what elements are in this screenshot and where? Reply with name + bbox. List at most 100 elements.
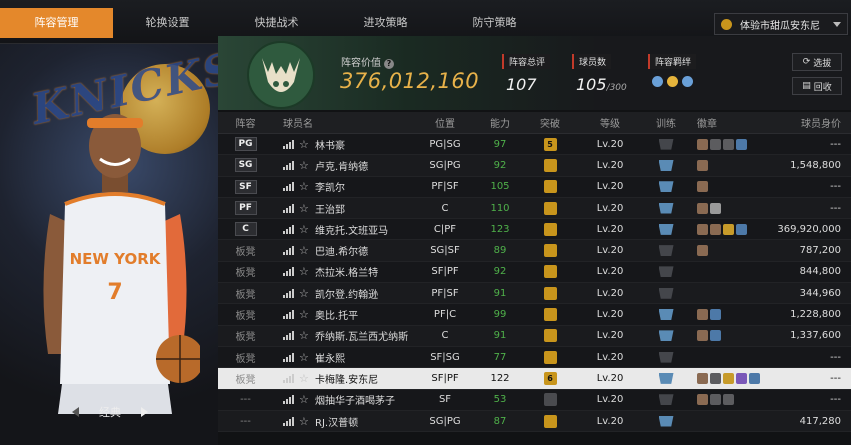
- table-row[interactable]: 板凳 ☆ 巴迪.希尔德 SG|SF 89 Lv.20 787,200: [218, 240, 851, 262]
- training-icon[interactable]: [658, 138, 674, 150]
- lineup-rating: 阵容总评 107: [502, 54, 551, 94]
- training-icon[interactable]: [658, 351, 674, 363]
- table-row[interactable]: SF ☆ 李凯尔 PF|SF 105 Lv.20 ---: [218, 176, 851, 198]
- select-button[interactable]: ⟳ 选拔: [792, 53, 842, 71]
- header-ability[interactable]: 能力: [475, 115, 525, 130]
- table-row[interactable]: PF ☆ 王治郅 C 110 Lv.20 ---: [218, 197, 851, 220]
- star-icon[interactable]: ☆: [299, 416, 310, 427]
- chemistry-icons[interactable]: [652, 76, 696, 87]
- table-row[interactable]: --- ☆ 烟抽华子酒喝茅子 SF 53 Lv.20 ---: [218, 389, 851, 411]
- badge-icon[interactable]: [710, 138, 721, 150]
- badges-cell: [687, 159, 767, 171]
- badge-icon[interactable]: [723, 394, 734, 406]
- star-icon[interactable]: ☆: [299, 139, 310, 150]
- training-icon[interactable]: [658, 394, 674, 406]
- badge-icon[interactable]: [736, 223, 747, 235]
- header-breakthrough[interactable]: 突破: [525, 115, 575, 130]
- chemistry-group-icon: [682, 76, 693, 87]
- badge-icon[interactable]: [710, 202, 721, 214]
- badge-icon[interactable]: [723, 372, 734, 384]
- next-arrow-icon[interactable]: [141, 407, 148, 417]
- badge-icon[interactable]: [710, 372, 721, 384]
- badge-icon[interactable]: [697, 394, 708, 406]
- star-icon[interactable]: ☆: [299, 224, 310, 235]
- star-icon[interactable]: ☆: [299, 330, 310, 341]
- header-price[interactable]: 球员身价: [767, 115, 851, 130]
- badge-icon[interactable]: [697, 138, 708, 150]
- badge-icon[interactable]: [710, 394, 721, 406]
- tab-offense-strategy[interactable]: 进攻策略: [331, 8, 440, 38]
- badge-icon[interactable]: [697, 245, 708, 257]
- header-level[interactable]: 等级: [575, 115, 645, 130]
- badge-icon[interactable]: [697, 372, 708, 384]
- badge-icon[interactable]: [710, 309, 721, 321]
- table-row[interactable]: 板凳 ☆ 卡梅隆.安东尼 SF|PF 122 6 Lv.20 ---: [218, 368, 851, 390]
- table-row[interactable]: 板凳 ☆ 奥比.托平 PF|C 99 Lv.20 1,228,800: [218, 304, 851, 326]
- slot-cell: 板凳: [218, 286, 273, 301]
- star-icon[interactable]: ☆: [299, 266, 310, 277]
- tab-rotation-settings[interactable]: 轮换设置: [113, 8, 222, 38]
- star-icon[interactable]: ☆: [299, 203, 310, 214]
- table-row[interactable]: PG ☆ 林书豪 PG|SG 97 5 Lv.20 ---: [218, 134, 851, 156]
- table-row[interactable]: C ☆ 维克托.文班亚马 C|PF 123 Lv.20 369,920,000: [218, 219, 851, 241]
- signal-icon: [283, 203, 294, 213]
- tab-defense-strategy[interactable]: 防守策略: [440, 8, 549, 38]
- training-icon[interactable]: [658, 309, 674, 321]
- training-icon[interactable]: [658, 287, 674, 299]
- help-icon[interactable]: ?: [384, 59, 394, 69]
- training-icon[interactable]: [658, 181, 674, 193]
- badge-icon[interactable]: [736, 138, 747, 150]
- recycle-button[interactable]: ▤ 回收: [792, 77, 842, 95]
- training-icon[interactable]: [658, 159, 674, 171]
- team-dropdown[interactable]: 体验市甜瓜安东尼: [714, 13, 848, 35]
- tab-lineup-management[interactable]: 阵容管理: [0, 8, 113, 38]
- table-row[interactable]: SG ☆ 卢克.肯纳德 SG|PG 92 Lv.20 1,548,800: [218, 155, 851, 177]
- player-name: 巴迪.希尔德: [315, 247, 369, 259]
- badge-icon[interactable]: [697, 330, 708, 342]
- training-icon[interactable]: [658, 415, 674, 427]
- badge-icon[interactable]: [736, 372, 747, 384]
- breakthrough-cell: [525, 329, 575, 343]
- training-icon[interactable]: [658, 202, 674, 214]
- header-training[interactable]: 训练: [645, 115, 687, 130]
- header-badges[interactable]: 徽章: [687, 115, 767, 130]
- previous-arrow-icon[interactable]: [72, 407, 79, 417]
- breakthrough-cell: [525, 158, 575, 172]
- badge-icon[interactable]: [697, 159, 708, 171]
- badge-icon[interactable]: [710, 223, 721, 235]
- badge-icon[interactable]: [697, 309, 708, 321]
- badge-icon[interactable]: [697, 202, 708, 214]
- position-cell: PF|C: [433, 309, 457, 321]
- star-icon[interactable]: ☆: [299, 309, 310, 320]
- table-row[interactable]: 板凳 ☆ 崔永熙 SF|SG 77 Lv.20 ---: [218, 346, 851, 369]
- training-icon[interactable]: [658, 266, 674, 278]
- badge-icon[interactable]: [723, 138, 734, 150]
- badge-icon[interactable]: [749, 372, 760, 384]
- table-row[interactable]: 板凳 ☆ 杰拉米.格兰特 SF|PF 92 Lv.20 844,800: [218, 261, 851, 284]
- table-row[interactable]: --- ☆ RJ.汉普顿 SG|PG 87 Lv.20 417,280: [218, 410, 851, 433]
- star-icon[interactable]: ☆: [299, 288, 310, 299]
- training-icon[interactable]: [658, 223, 674, 235]
- header-slot[interactable]: 阵容: [218, 115, 273, 130]
- price-cell: ---: [830, 394, 841, 406]
- star-icon[interactable]: ☆: [299, 245, 310, 256]
- player-name: 崔永熙: [315, 353, 345, 365]
- training-icon[interactable]: [658, 245, 674, 257]
- badge-icon[interactable]: [697, 181, 708, 193]
- header-position[interactable]: 位置: [415, 115, 475, 130]
- badge-icon[interactable]: [697, 223, 708, 235]
- breakthrough-icon: [543, 222, 557, 236]
- tab-quick-tactics[interactable]: 快捷战术: [222, 8, 331, 38]
- star-icon[interactable]: ☆: [299, 373, 310, 384]
- training-icon[interactable]: [658, 330, 674, 342]
- badge-icon[interactable]: [723, 223, 734, 235]
- star-icon[interactable]: ☆: [299, 181, 310, 192]
- table-row[interactable]: 板凳 ☆ 凯尔登.约翰逊 PF|SF 91 Lv.20 344,960: [218, 283, 851, 305]
- star-icon[interactable]: ☆: [299, 160, 310, 171]
- badge-icon[interactable]: [710, 330, 721, 342]
- training-icon[interactable]: [658, 372, 674, 384]
- table-row[interactable]: 板凳 ☆ 乔纳斯.瓦兰西尤纳斯 C 91 Lv.20 1,337,600: [218, 325, 851, 347]
- star-icon[interactable]: ☆: [299, 352, 310, 363]
- star-icon[interactable]: ☆: [299, 394, 310, 405]
- header-name[interactable]: 球员名: [273, 115, 415, 130]
